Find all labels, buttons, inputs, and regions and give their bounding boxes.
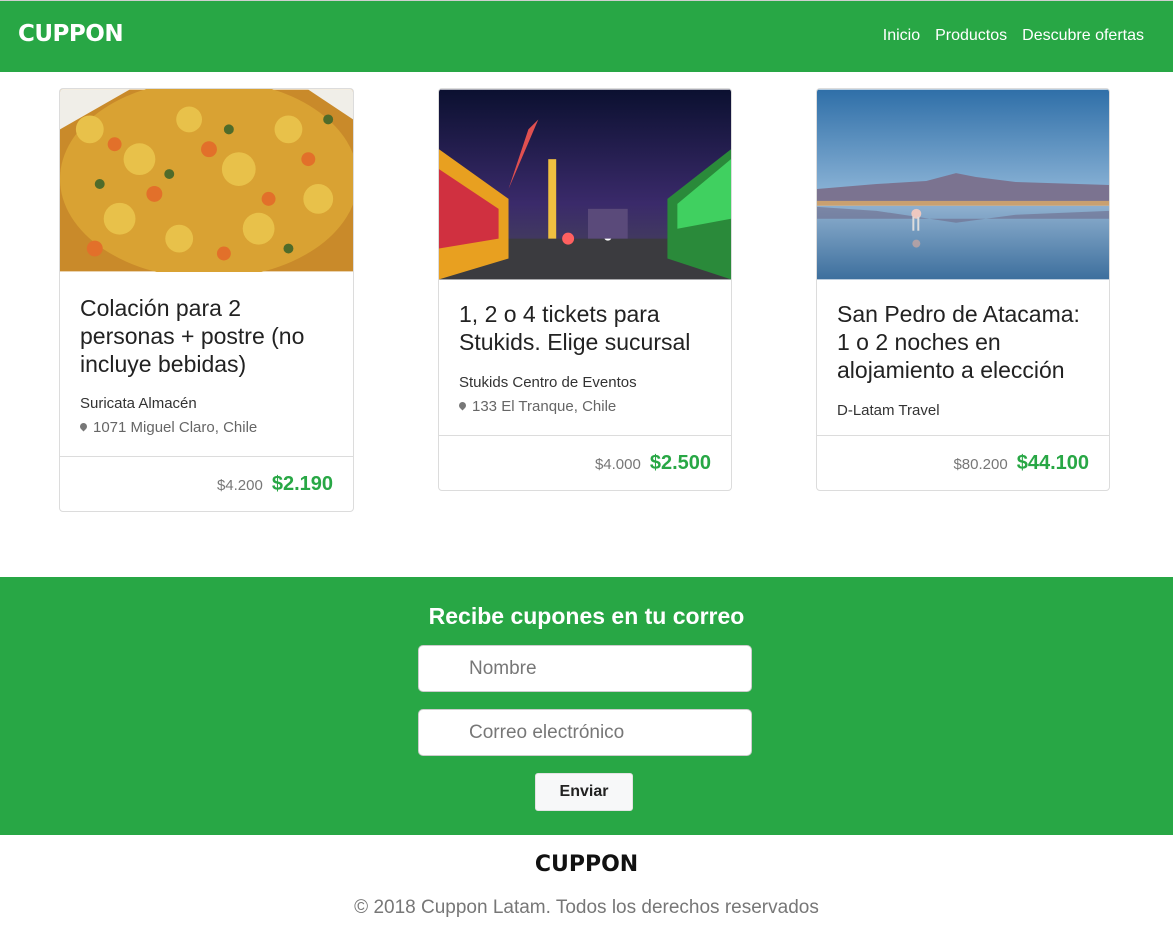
nav-link-descubre-ofertas[interactable]: Descubre ofertas	[1022, 27, 1144, 45]
old-price: $80.200	[953, 456, 1008, 473]
email-input[interactable]	[418, 709, 752, 756]
newsletter-title: Recibe cupones en tu correo	[428, 603, 745, 629]
deal-merchant: D-Latam Travel	[837, 402, 940, 419]
deal-image-atacama	[817, 89, 1109, 280]
deal-title[interactable]: Colación para 2 personas + postre (no in…	[80, 294, 337, 378]
location-pin-icon	[78, 421, 89, 432]
brand-logo[interactable]: CUPPON	[18, 21, 124, 47]
deal-merchant: Stukids Centro de Eventos	[459, 374, 637, 391]
deal-image-food	[60, 89, 353, 272]
new-price: $2.190	[271, 473, 333, 495]
nav-links: Inicio Productos Descubre ofertas	[883, 27, 1144, 45]
deal-location-text: 133 El Tranque, Chile	[472, 398, 617, 415]
nav-link-productos[interactable]: Productos	[935, 27, 1007, 45]
deal-image-fair	[439, 89, 731, 280]
new-price: $2.500	[649, 452, 711, 474]
footer-copyright: © 2018 Cuppon Latam. Todos los derechos …	[354, 897, 819, 918]
deal-location-text: 1071 Miguel Claro, Chile	[93, 419, 258, 436]
deal-card-2[interactable]: 1, 2 o 4 tickets para Stukids. Elige suc…	[438, 88, 732, 491]
name-input[interactable]	[418, 645, 752, 692]
old-price: $4.200	[216, 477, 263, 494]
top-navbar: CUPPON Inicio Productos Descubre ofertas	[0, 0, 1173, 72]
deal-merchant: Suricata Almacén	[80, 395, 197, 412]
newsletter-section: Recibe cupones en tu correo Enviar	[0, 577, 1173, 835]
deal-footer: $4.200 $2.190	[60, 456, 353, 511]
old-price: $4.000	[594, 456, 641, 473]
location-pin-icon	[457, 400, 468, 411]
new-price: $44.100	[1016, 452, 1089, 474]
submit-button[interactable]: Enviar	[535, 773, 633, 811]
nav-link-inicio[interactable]: Inicio	[883, 27, 920, 45]
deal-location: 133 El Tranque, Chile	[457, 398, 617, 415]
deal-card-3[interactable]: San Pedro de Atacama: 1 o 2 noches en al…	[816, 88, 1110, 491]
deal-card-1[interactable]: Colación para 2 personas + postre (no in…	[59, 88, 354, 512]
footer-brand: CUPPON	[534, 852, 639, 877]
deal-footer: $80.200 $44.100	[817, 435, 1109, 490]
deal-title[interactable]: San Pedro de Atacama: 1 o 2 noches en al…	[837, 300, 1093, 384]
deal-footer: $4.000 $2.500	[439, 435, 731, 490]
deal-location: 1071 Miguel Claro, Chile	[78, 419, 258, 436]
deal-title[interactable]: 1, 2 o 4 tickets para Stukids. Elige suc…	[459, 300, 715, 356]
